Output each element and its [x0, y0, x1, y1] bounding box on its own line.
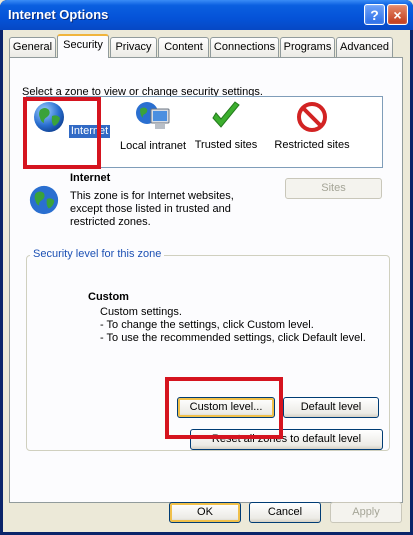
sites-button[interactable]: Sites	[285, 178, 382, 199]
zone-info-title: Internet	[70, 172, 111, 184]
title-bar[interactable]: Internet Options ? ×	[0, 0, 413, 30]
security-level-name: Custom	[88, 291, 129, 303]
security-level-line: - To change the settings, click Custom l…	[100, 319, 314, 331]
security-level-group-title: Security level for this zone	[30, 248, 165, 260]
help-button[interactable]: ?	[364, 4, 385, 25]
internet-options-window: Internet Options ? × General Security Pr…	[0, 0, 413, 535]
security-level-line: Custom settings.	[100, 306, 182, 318]
apply-button[interactable]: Apply	[330, 502, 402, 523]
zone-info-description: This zone is for Internet websites, exce…	[70, 190, 234, 228]
local-intranet-icon	[136, 102, 170, 129]
security-panel: Select a zone to view or change security…	[9, 57, 403, 503]
zone-restricted-sites[interactable]: Restricted sites	[270, 97, 354, 152]
security-level-line: - To use the recommended settings, click…	[100, 332, 366, 344]
zone-trusted-sites[interactable]: Trusted sites	[184, 97, 268, 152]
tab-connections[interactable]: Connections	[210, 37, 279, 57]
tab-privacy[interactable]: Privacy	[110, 37, 157, 57]
window-title: Internet Options	[8, 7, 109, 22]
ok-button[interactable]: OK	[169, 502, 241, 523]
tab-security[interactable]: Security	[57, 34, 109, 58]
custom-level-highlight	[165, 377, 283, 439]
cancel-button[interactable]: Cancel	[249, 502, 321, 523]
zone-info-globe-icon	[29, 185, 59, 215]
tab-advanced[interactable]: Advanced	[336, 37, 393, 57]
zone-label-trusted-sites: Trusted sites	[194, 139, 258, 151]
tab-general[interactable]: General	[9, 37, 56, 57]
tab-programs[interactable]: Programs	[280, 37, 335, 57]
internet-zone-highlight	[23, 97, 101, 169]
zone-label-restricted-sites: Restricted sites	[274, 139, 350, 151]
default-level-button[interactable]: Default level	[283, 397, 379, 418]
dialog-client: General Security Privacy Content Connect…	[3, 30, 410, 532]
tab-content[interactable]: Content	[158, 37, 209, 57]
checkmark-icon	[212, 101, 240, 128]
restricted-icon	[297, 102, 327, 132]
close-button[interactable]: ×	[387, 4, 408, 25]
